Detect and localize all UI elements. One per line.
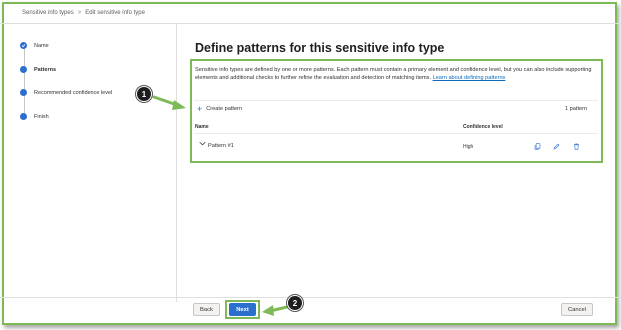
breadcrumb-separator: > xyxy=(77,10,82,16)
column-header-name[interactable]: Name xyxy=(195,124,209,130)
create-pattern-button[interactable]: + Create pattern xyxy=(197,104,243,114)
breadcrumb: Sensitive info types > Edit sensitive in… xyxy=(22,10,145,16)
arrow-right-icon xyxy=(152,95,186,110)
step-current-dot xyxy=(20,66,27,73)
breadcrumb-item-edit: Edit sensitive info type xyxy=(85,10,145,16)
cancel-button[interactable]: Cancel xyxy=(561,303,593,316)
description: Sensitive info types are defined by one … xyxy=(195,66,595,82)
arrow-left-icon xyxy=(262,305,289,316)
pattern-confidence: High xyxy=(463,144,474,150)
step-label: Finish xyxy=(34,113,49,120)
footer-divider xyxy=(0,297,621,298)
step-name: Name xyxy=(20,42,49,49)
step-dot xyxy=(20,113,27,120)
page-title: Define patterns for this sensitive info … xyxy=(195,41,445,55)
callout-badge-2: 2 xyxy=(287,295,303,311)
step-patterns: Patterns xyxy=(20,66,56,73)
step-label: Recommended confidence level xyxy=(34,89,113,96)
step-label: Name xyxy=(34,42,49,49)
stepper-line xyxy=(23,48,25,116)
step-finish: Finish xyxy=(20,113,49,120)
copy-icon[interactable] xyxy=(533,142,542,151)
back-button[interactable]: Back xyxy=(193,303,220,316)
header-divider xyxy=(0,23,621,24)
create-pattern-label: Create pattern xyxy=(206,106,243,112)
column-header-confidence[interactable]: Confidence level xyxy=(463,124,503,130)
edit-icon[interactable] xyxy=(552,142,561,151)
table-row[interactable]: Pattern #1 High xyxy=(194,137,598,157)
description-text: Sensitive info types are defined by one … xyxy=(195,67,592,81)
sidebar-divider xyxy=(176,24,177,302)
checkmark-icon xyxy=(20,42,27,49)
step-dot xyxy=(20,89,27,96)
breadcrumb-item-sensitive-info-types[interactable]: Sensitive info types xyxy=(22,10,74,16)
step-label: Patterns xyxy=(34,66,57,73)
plus-icon: + xyxy=(197,104,203,114)
callout-badge-1: 1 xyxy=(136,86,152,102)
step-recommended-confidence: Recommended confidence level xyxy=(20,89,112,96)
chevron-down-icon[interactable] xyxy=(199,141,206,148)
pattern-name: Pattern #1 xyxy=(208,143,234,149)
learn-more-link[interactable]: Learn about defining patterns xyxy=(433,75,506,81)
next-button[interactable]: Next xyxy=(229,303,256,316)
table-header-divider xyxy=(194,133,598,134)
delete-icon[interactable] xyxy=(572,142,581,151)
description-divider xyxy=(194,100,598,101)
pattern-count: 1 pattern xyxy=(565,106,588,112)
